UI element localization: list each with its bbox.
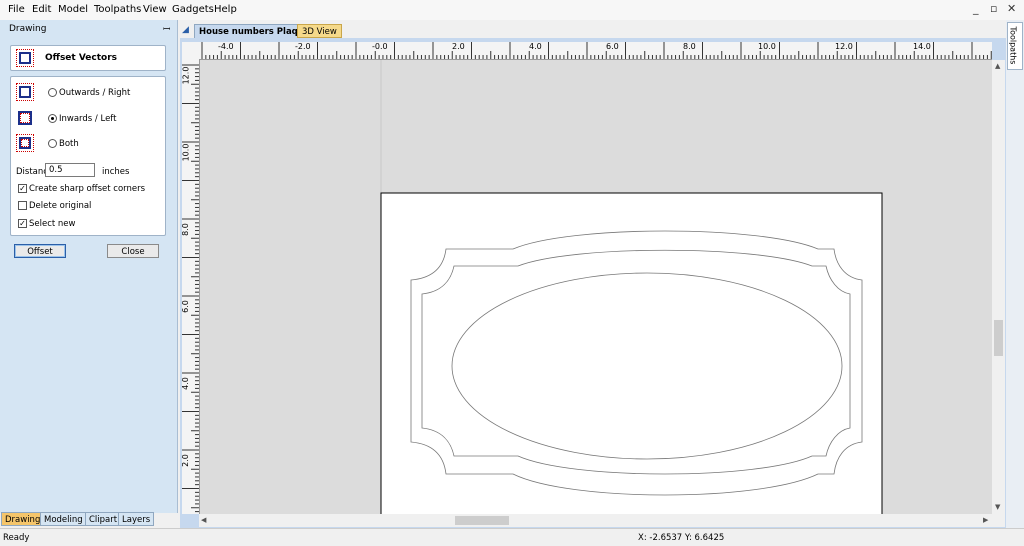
menu-edit[interactable]: Edit <box>32 4 51 15</box>
ruler-left-label: 6.0 <box>180 300 190 313</box>
scroll-down-icon[interactable]: ▼ <box>995 503 1000 511</box>
menu-view[interactable]: View <box>143 4 167 15</box>
tool-title: Offset Vectors <box>45 53 118 63</box>
delete-original-checkbox[interactable] <box>18 201 27 210</box>
both-label: Both <box>59 139 79 149</box>
restore-icon[interactable]: ▫ <box>990 2 997 15</box>
ruler-top-label: -0.0 <box>372 42 388 51</box>
cursor-coordinates: X: -2.6537 Y: 6.6425 <box>638 533 725 543</box>
inwards-offset-icon <box>16 109 34 127</box>
select-new-label: Select new <box>29 219 76 229</box>
ruler-left-label: 4.0 <box>180 377 190 390</box>
both-offset-icon <box>16 134 34 152</box>
ruler-corner[interactable] <box>182 42 199 59</box>
panel-title: Drawing <box>9 24 47 34</box>
vertical-scroll-thumb[interactable] <box>994 320 1003 356</box>
close-icon[interactable]: ✕ <box>1007 2 1016 15</box>
offset-options-box: Outwards / Right Inwards / Left Both Dis… <box>10 76 166 236</box>
ruler-top: -4.0 -2.0 -0.0 2.0 4.0 6.0 8.0 10.0 12.0… <box>199 42 992 60</box>
ruler-top-label: -2.0 <box>295 42 311 51</box>
tab-clipart[interactable]: Clipart <box>85 512 122 526</box>
close-button[interactable]: Close <box>107 244 159 258</box>
status-text: Ready <box>3 533 30 543</box>
tab-layers[interactable]: Layers <box>118 512 155 526</box>
distance-input[interactable]: 0.5 <box>45 163 95 177</box>
tool-title-box: Offset Vectors <box>10 45 166 71</box>
scroll-up-icon[interactable]: ▲ <box>995 62 1000 70</box>
tab-modeling[interactable]: Modeling <box>40 512 87 526</box>
drawing-canvas[interactable] <box>200 60 992 514</box>
ruler-top-ticks <box>201 42 992 59</box>
minimize-icon[interactable]: _ <box>973 2 979 15</box>
design-vectors <box>380 60 883 514</box>
tab-3d-view[interactable]: 3D View <box>297 24 342 38</box>
both-radio[interactable] <box>48 139 57 148</box>
ruler-top-label: 12.0 <box>835 42 853 51</box>
offset-vectors-icon <box>16 49 34 67</box>
pin-icon[interactable]: ꟷ <box>163 22 170 35</box>
scroll-left-icon[interactable]: ◀ <box>201 516 206 524</box>
toolpaths-tab[interactable]: Toolpaths <box>1007 22 1023 70</box>
ruler-top-label: 10.0 <box>758 42 776 51</box>
outwards-radio[interactable] <box>48 88 57 97</box>
panel-tabs: Drawing Modeling Clipart Layers <box>0 512 177 527</box>
outwards-label: Outwards / Right <box>59 88 131 98</box>
ruler-left-label: 8.0 <box>180 223 190 236</box>
distance-unit: inches <box>102 167 130 177</box>
ruler-left-label: 12.0 <box>181 66 191 85</box>
ruler-top-label: 4.0 <box>529 42 542 51</box>
status-bar: Ready X: -2.6537 Y: 6.6425 <box>0 528 1024 546</box>
menu-gadgets[interactable]: Gadgets <box>172 4 214 15</box>
select-new-checkbox[interactable]: ✓ <box>18 219 27 228</box>
menu-toolpaths[interactable]: Toolpaths <box>94 4 141 15</box>
material-sheet <box>380 192 883 514</box>
sharp-corners-label: Create sharp offset corners <box>29 184 146 194</box>
tab-list-icon[interactable]: ◢ <box>182 25 189 35</box>
offset-button[interactable]: Offset <box>14 244 66 258</box>
drawing-panel: Drawing ꟷ Offset Vectors Outwards / Righ… <box>0 20 178 513</box>
menu-help[interactable]: Help <box>214 4 237 15</box>
scroll-right-icon[interactable]: ▶ <box>983 516 988 524</box>
delete-original-label: Delete original <box>29 201 92 211</box>
inwards-radio[interactable] <box>48 114 57 123</box>
toolpaths-strip: Toolpaths <box>1006 20 1024 528</box>
sharp-corners-checkbox[interactable]: ✓ <box>18 184 27 193</box>
menu-file[interactable]: File <box>8 4 25 15</box>
tab-drawing[interactable]: Drawing <box>1 512 45 526</box>
outwards-offset-icon <box>16 83 34 101</box>
vertical-scrollbar[interactable]: ▲ ▼ <box>992 60 1005 514</box>
ruler-left-label: 10.0 <box>181 143 191 162</box>
ruler-left-label: 2.0 <box>180 454 190 467</box>
ruler-left-ticks <box>182 64 199 513</box>
ruler-top-label: 2.0 <box>452 42 465 51</box>
panel-header: Drawing ꟷ <box>0 20 177 38</box>
horizontal-scrollbar[interactable]: ◀ ▶ <box>199 514 1005 527</box>
ruler-top-label: -4.0 <box>218 42 234 51</box>
ruler-top-label: 6.0 <box>606 42 619 51</box>
menu-model[interactable]: Model <box>58 4 88 15</box>
ruler-top-label: 8.0 <box>683 42 696 51</box>
inwards-label: Inwards / Left <box>59 114 117 124</box>
horizontal-scroll-thumb[interactable] <box>455 516 509 525</box>
menu-bar: File Edit Model Toolpaths View Gadgets H… <box>0 0 1024 20</box>
ruler-left: 12.0 10.0 8.0 6.0 4.0 2.0 <box>180 59 200 514</box>
ruler-top-label: 14.0 <box>913 42 931 51</box>
